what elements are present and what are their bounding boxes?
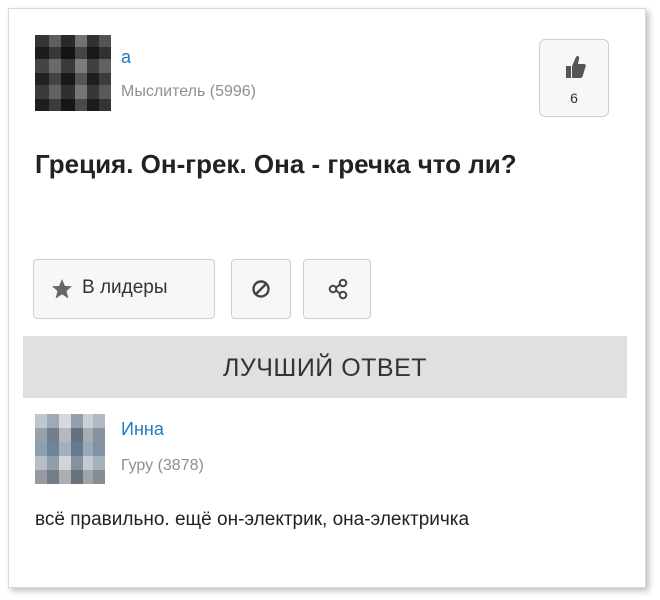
star-icon	[52, 279, 72, 299]
answer-author-avatar[interactable]	[35, 414, 105, 484]
thumbs-up-icon	[566, 55, 586, 78]
block-icon	[252, 280, 270, 298]
post-card: а Мыслитель (5996) 6 Греция. Он-грек. Он…	[8, 8, 646, 588]
to-leaders-label: В лидеры	[82, 277, 168, 298]
like-button[interactable]: 6	[539, 39, 609, 117]
question-author-avatar[interactable]	[35, 35, 111, 111]
answer-author-rank: Гуру (3878)	[121, 457, 204, 474]
question-author-name[interactable]: а	[121, 47, 131, 68]
like-count: 6	[570, 90, 578, 106]
block-button[interactable]	[231, 259, 291, 319]
question-author-rank: Мыслитель (5996)	[121, 83, 256, 100]
answer-text: всё правильно. ещё он-электрик, она-элек…	[35, 509, 470, 530]
question-text: Греция. Он-грек. Она - гречка что ли?	[35, 149, 517, 179]
to-leaders-button[interactable]: В лидеры	[33, 259, 215, 319]
answer-author-name[interactable]: Инна	[121, 419, 164, 440]
best-answer-banner: ЛУЧШИЙ ОТВЕТ	[23, 336, 627, 398]
share-button[interactable]	[303, 259, 371, 319]
share-icon	[328, 278, 348, 300]
